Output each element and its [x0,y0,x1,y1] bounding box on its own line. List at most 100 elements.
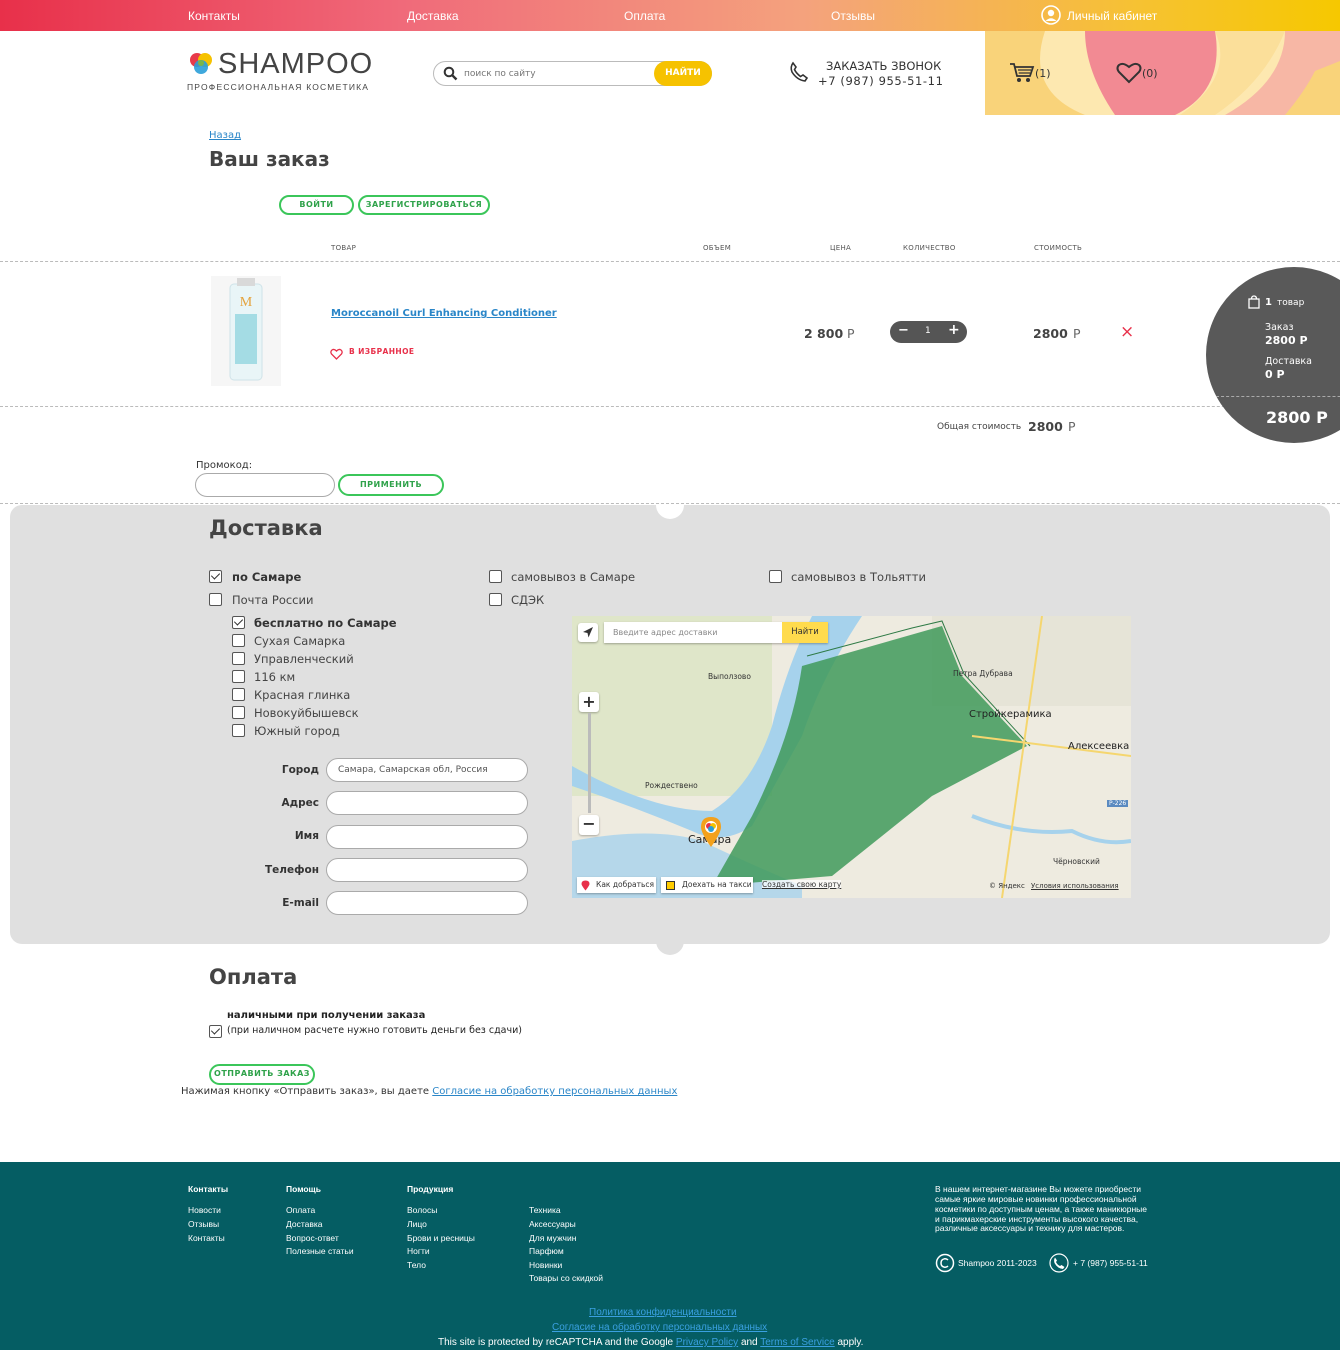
zone-free-samara[interactable]: бесплатно по Самаре [254,616,397,630]
header-phone[interactable]: +7 (987) 955-51-11 [818,74,944,88]
footer-link[interactable]: Брови и ресницы [407,1233,475,1243]
consent-link[interactable]: Согласие на обработку персональных данны… [432,1086,677,1097]
zone-checkbox[interactable] [232,616,245,629]
footer-col-title[interactable]: Контакты [188,1184,228,1194]
footer-link[interactable]: Отзывы [188,1219,219,1229]
add-to-favorites[interactable]: В ИЗБРАННОЕ [349,347,414,356]
footer-link[interactable]: Для мужчин [529,1233,576,1243]
create-map-link[interactable]: Создать свою карту [762,880,842,889]
address-field[interactable] [326,791,528,815]
footer-link[interactable]: Полезные статьи [286,1246,354,1256]
cart-icon[interactable] [1009,62,1035,84]
account-link[interactable]: Личный кабинет [1067,9,1157,23]
favorite-heart-icon[interactable] [330,345,343,360]
login-button[interactable]: ВОЙТИ [279,195,354,215]
footer-link[interactable]: Оплата [286,1205,315,1215]
zone-label[interactable]: Южный город [254,724,340,738]
quantity-plus[interactable]: + [948,322,960,338]
nav-contacts[interactable]: Контакты [188,9,240,23]
register-button[interactable]: ЗАРЕГИСТРИРОВАТЬСЯ [358,195,490,215]
account-icon[interactable] [1041,5,1061,25]
product-image[interactable]: M [211,276,281,386]
nav-delivery[interactable]: Доставка [407,9,459,23]
option-cdek[interactable]: СДЭК [511,593,544,607]
zone-label[interactable]: Управленческий [254,652,354,666]
google-terms-link[interactable]: Terms of Service [760,1337,834,1348]
footer-phone[interactable]: + 7 (987) 955-51-11 [1073,1258,1148,1268]
footer-link[interactable]: Тело [407,1260,426,1270]
footer-link[interactable]: Доставка [286,1219,323,1229]
option-checkbox-pickup-samara[interactable] [489,570,502,583]
heart-icon[interactable] [1116,62,1142,84]
footer-link[interactable]: Волосы [407,1205,437,1215]
divider [0,406,1340,407]
favorites-count[interactable]: (0) [1142,67,1158,80]
search-box: НАЙТИ [433,61,712,86]
option-checkbox-samara[interactable] [209,570,222,583]
google-privacy-link[interactable]: Privacy Policy [676,1337,738,1348]
search-button[interactable]: НАЙТИ [654,61,712,86]
quantity-value[interactable]: 1 [925,326,931,336]
zone-checkbox[interactable] [232,652,245,665]
taxi-button[interactable]: Доехать на такси [661,877,753,893]
option-samara[interactable]: по Самаре [232,570,301,584]
callback-link[interactable]: ЗАКАЗАТЬ ЗВОНОК [826,59,941,73]
option-pickup-tolyatti[interactable]: самовывоз в Тольятти [791,570,926,584]
submit-order-button[interactable]: ОТПРАВИТЬ ЗАКАЗ [209,1064,315,1085]
locate-icon[interactable] [578,623,598,642]
phone-field[interactable] [326,858,528,882]
brand-tagline: ПРОФЕССИОНАЛЬНАЯ КОСМЕТИКА [187,82,370,92]
zoom-slider[interactable] [588,713,591,813]
map-find-button[interactable]: Найти [782,622,828,643]
option-pickup-samara[interactable]: самовывоз в Самаре [511,570,635,584]
zone-label[interactable]: Новокуйбышевск [254,706,359,720]
zone-checkbox[interactable] [232,634,245,647]
search-input[interactable] [464,66,654,82]
footer-link[interactable]: Лицо [407,1219,427,1229]
zone-label[interactable]: 116 км [254,670,295,684]
zone-checkbox[interactable] [232,670,245,683]
zone-label[interactable]: Красная глинка [254,688,350,702]
map-label: Рождествено [645,781,698,790]
option-checkbox-post[interactable] [209,593,222,606]
footer-link[interactable]: Контакты [188,1233,225,1243]
remove-item-button[interactable]: × [1120,322,1134,342]
zoom-in-button[interactable]: + [579,692,599,712]
route-button[interactable]: Как добраться [577,877,656,893]
payment-cash-checkbox[interactable] [209,1025,222,1038]
footer-link[interactable]: Парфюм [529,1246,564,1256]
footer-link[interactable]: Новинки [529,1260,562,1270]
zone-label[interactable]: Сухая Самарка [254,634,345,648]
promo-apply-button[interactable]: ПРИМЕНИТЬ [338,474,444,496]
cart-count[interactable]: (1) [1035,67,1051,80]
option-checkbox-cdek[interactable] [489,593,502,606]
back-link[interactable]: Назад [209,130,241,141]
consent-footer-link[interactable]: Согласие на обработку персональных данны… [552,1322,767,1333]
map-pin-icon[interactable] [699,816,723,848]
privacy-link[interactable]: Политика конфиденциальности [589,1307,737,1318]
zone-checkbox[interactable] [232,706,245,719]
footer-link[interactable]: Товары со скидкой [529,1273,603,1283]
nav-payment[interactable]: Оплата [624,9,665,23]
option-post[interactable]: Почта России [232,593,313,607]
option-checkbox-pickup-tolyatti[interactable] [769,570,782,583]
zone-checkbox[interactable] [232,688,245,701]
footer-col-title: Продукция [407,1184,454,1194]
zoom-out-button[interactable]: − [579,815,599,835]
product-link[interactable]: Moroccanoil Curl Enhancing Conditioner [331,308,557,319]
footer-link[interactable]: Новости [188,1205,221,1215]
map-terms-link[interactable]: Условия использования [1031,882,1119,890]
promo-input[interactable] [195,473,335,497]
name-field[interactable] [326,825,528,849]
delivery-map[interactable]: Введите адрес доставки Найти + − Выползо… [572,616,1131,898]
email-field[interactable] [326,891,528,915]
zone-checkbox[interactable] [232,724,245,737]
nav-reviews[interactable]: Отзывы [831,9,875,23]
footer-link[interactable]: Ногти [407,1246,430,1256]
footer-link[interactable]: Вопрос-ответ [286,1233,339,1243]
city-field[interactable]: Самара, Самарская обл, Россия [326,758,528,782]
quantity-minus[interactable]: − [898,323,909,338]
footer-link[interactable]: Техника [529,1205,561,1215]
brand-name[interactable]: SHAMPOO [218,48,373,81]
footer-link[interactable]: Аксессуары [529,1219,576,1229]
